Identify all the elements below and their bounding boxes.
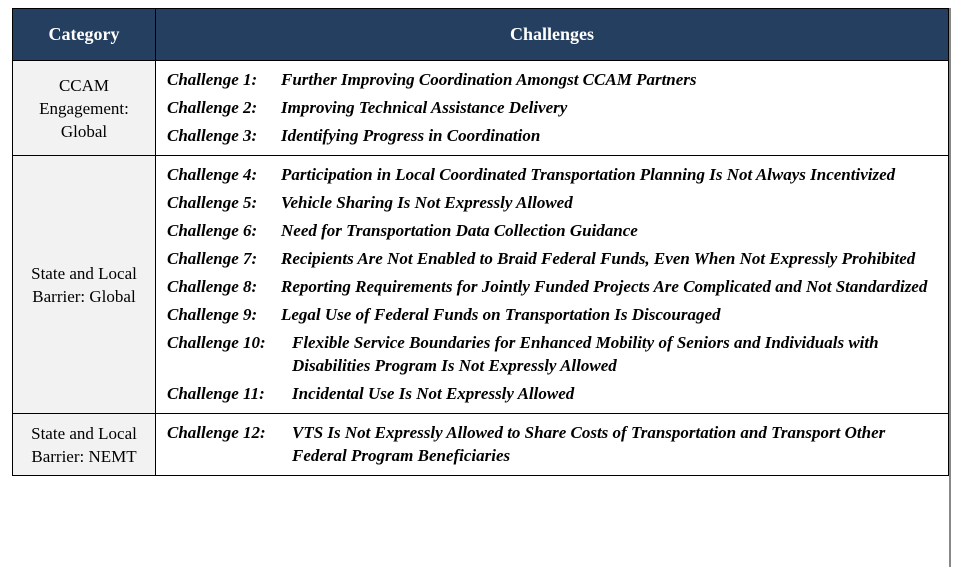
challenges-table: Category Challenges CCAM Engagement: Glo…: [12, 8, 949, 476]
challenge-label: Challenge 2:: [167, 98, 258, 117]
challenge-text: Improving Technical Assistance Delivery: [281, 98, 568, 117]
page-edge-line: [949, 8, 951, 567]
challenge-item: Challenge 5: Vehicle Sharing Is Not Expre…: [167, 191, 948, 214]
challenge-label: Challenge 8:: [167, 277, 258, 296]
challenge-label: Challenge 3:: [167, 126, 258, 145]
category-label: State and Local Barrier: Global: [31, 263, 137, 306]
challenges-cell: Challenge 12: VTS Is Not Expressly Allowe…: [155, 413, 949, 476]
challenge-label: Challenge 9:: [167, 305, 258, 324]
challenge-label: Challenge 12:: [167, 423, 266, 442]
challenge-item: Challenge 2: Improving Technical Assistan…: [167, 96, 948, 119]
challenge-item: Challenge 8: Reporting Requirements for J…: [167, 275, 948, 298]
challenge-text: Reporting Requirements for Jointly Funde…: [281, 277, 928, 296]
header-row: Category Challenges: [12, 8, 949, 61]
challenge-label: Challenge 4:: [167, 165, 258, 184]
challenge-item: Challenge 9: Legal Use of Federal Funds o…: [167, 303, 948, 326]
challenge-item: Challenge 10: Flexible Service Boundaries…: [167, 331, 948, 377]
challenge-item: Challenge 7: Recipients Are Not Enabled t…: [167, 247, 948, 270]
challenge-item: Challenge 6: Need for Transportation Data…: [167, 219, 948, 242]
challenge-label: Challenge 7:: [167, 249, 258, 268]
category-cell: CCAM Engagement: Global: [12, 60, 156, 156]
challenge-item: Challenge 4: Participation in Local Coord…: [167, 163, 948, 186]
challenge-item: Challenge 3: Identifying Progress in Coor…: [167, 124, 948, 147]
table-row: State and Local Barrier: Global Challeng…: [12, 155, 949, 414]
challenge-text: Incidental Use Is Not Expressly Allowed: [292, 384, 575, 403]
header-category: Category: [12, 8, 156, 61]
category-cell: State and Local Barrier: Global: [12, 155, 156, 414]
category-label: CCAM Engagement: Global: [39, 75, 129, 141]
table-row: State and Local Barrier: NEMT Challenge …: [12, 413, 949, 476]
challenge-text: VTS Is Not Expressly Allowed to Share Co…: [292, 423, 886, 465]
challenge-text: Vehicle Sharing Is Not Expressly Allowed: [281, 193, 573, 212]
challenge-text: Legal Use of Federal Funds on Transporta…: [281, 305, 721, 324]
challenge-label: Challenge 10:: [167, 333, 266, 352]
challenge-text: Further Improving Coordination Amongst C…: [281, 70, 697, 89]
table-row: CCAM Engagement: Global Challenge 1: Furt…: [12, 60, 949, 156]
challenge-text: Need for Transportation Data Collection …: [281, 221, 638, 240]
challenge-text: Recipients Are Not Enabled to Braid Fede…: [281, 249, 916, 268]
category-label: State and Local Barrier: NEMT: [31, 423, 137, 466]
challenges-cell: Challenge 4: Participation in Local Coord…: [155, 155, 949, 414]
challenge-text: Participation in Local Coordinated Trans…: [281, 165, 896, 184]
header-challenges: Challenges: [155, 8, 949, 61]
challenge-label: Challenge 11:: [167, 384, 265, 403]
challenge-label: Challenge 5:: [167, 193, 258, 212]
challenge-item: Challenge 1: Further Improving Coordinati…: [167, 68, 948, 91]
category-cell: State and Local Barrier: NEMT: [12, 413, 156, 476]
challenge-label: Challenge 6:: [167, 221, 258, 240]
challenge-text: Identifying Progress in Coordination: [281, 126, 541, 145]
challenges-cell: Challenge 1: Further Improving Coordinati…: [155, 60, 949, 156]
challenge-item: Challenge 11: Incidental Use Is Not Expre…: [167, 382, 948, 405]
challenge-label: Challenge 1:: [167, 70, 258, 89]
challenge-item: Challenge 12: VTS Is Not Expressly Allowe…: [167, 421, 948, 467]
challenge-text: Flexible Service Boundaries for Enhanced…: [292, 333, 879, 375]
